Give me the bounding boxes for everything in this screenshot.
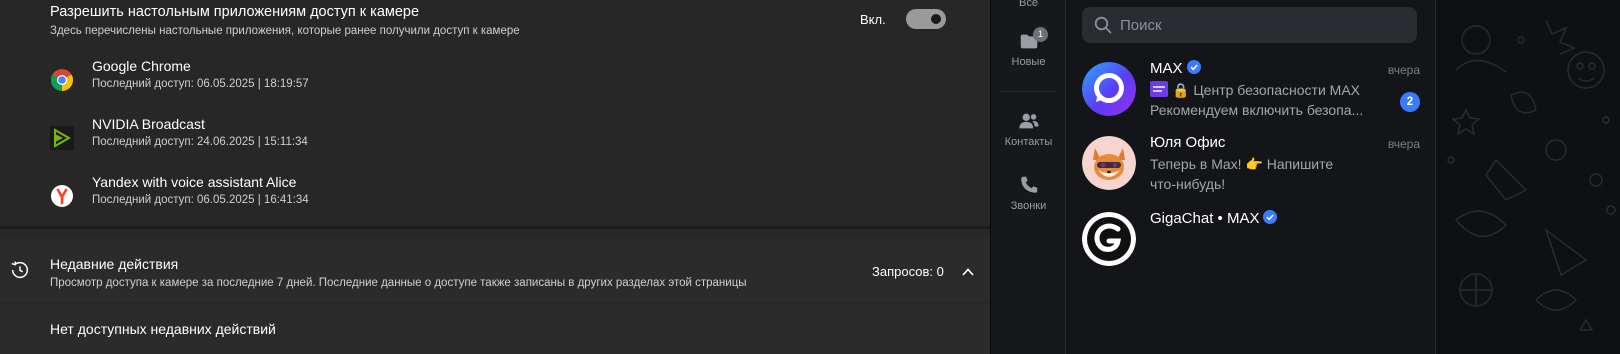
chat-preview-line-2: Рекомендуем включить безопа...: [1150, 102, 1364, 118]
toggle-state-label: Вкл.: [860, 12, 886, 27]
yandex-icon: [51, 185, 73, 207]
app-row-yandex: Yandex with voice assistant Alice Послед…: [0, 172, 990, 228]
nav-item-label: Звонки: [1010, 200, 1047, 212]
chat-name: Юля Офис: [1150, 134, 1225, 151]
chat-time: вчера: [1387, 137, 1420, 151]
unread-count-badge: 2: [1400, 92, 1420, 112]
camera-access-toggle[interactable]: [906, 9, 946, 29]
chat-list-panel: MAX вчера 🔒 Центр безопасности MAX Реком…: [1066, 0, 1436, 354]
phone-icon: [1020, 176, 1037, 193]
gigachat-logo: [1082, 212, 1136, 266]
nav-item-all[interactable]: Все: [991, 0, 1066, 9]
chat-name-text: Юля Офис: [1150, 134, 1226, 151]
nav-item-label: Все: [1019, 0, 1038, 9]
security-banner-icon: [1150, 81, 1168, 97]
messenger-sidebar: Все Новые 1 Контакты Звонки: [991, 0, 1066, 354]
chat-preview-line-1: 🔒 Центр безопасности MAX: [1172, 82, 1361, 98]
nav-item-label: Новые: [1011, 56, 1046, 68]
search-bar[interactable]: [1082, 7, 1417, 43]
verified-badge-icon: [1263, 210, 1278, 224]
chat-time: вчера: [1387, 63, 1420, 77]
nav-item-contacts[interactable]: Контакты: [991, 110, 1066, 148]
camera-settings-pane: Разрешить настольным приложениям доступ …: [0, 0, 990, 354]
requests-count: Запросов: 0: [872, 264, 944, 279]
chrome-icon: [51, 69, 73, 91]
nvidia-broadcast-icon: [50, 126, 74, 150]
chat-preview: 🔒 Центр безопасности MAX Рекомендуем вкл…: [1150, 80, 1390, 120]
app-name: Google Chrome: [92, 58, 191, 74]
recent-activity-title: Недавние действия: [50, 256, 179, 272]
nav-item-new[interactable]: Новые: [991, 30, 1066, 68]
chat-item-yulia-office[interactable]: Юля Офис вчера Теперь в Max! 👉 Напишите …: [1066, 134, 1436, 210]
toggle-knob: [931, 14, 941, 24]
app-name: Yandex with voice assistant Alice: [92, 174, 297, 190]
camera-permission-header: Разрешить настольным приложениям доступ …: [0, 0, 990, 50]
app-row-nvidia-broadcast: NVIDIA Broadcast Последний доступ: 24.06…: [0, 114, 990, 170]
chat-name: GigaChat • MAX: [1150, 210, 1278, 227]
fox-avatar: [1082, 136, 1136, 190]
section-divider: [0, 226, 990, 229]
recent-activity-section[interactable]: Недавние действия Просмотр доступа к кам…: [0, 237, 990, 302]
chat-name-text: MAX: [1150, 60, 1183, 77]
app-name: NVIDIA Broadcast: [92, 116, 205, 132]
app-row-chrome: Google Chrome Последний доступ: 06.05.20…: [0, 56, 990, 112]
recent-activity-description: Просмотр доступа к камере за последние 7…: [50, 277, 747, 289]
no-recent-actions-row: Нет доступных недавних действий: [0, 304, 990, 354]
nav-item-calls[interactable]: Звонки: [991, 174, 1066, 212]
search-input[interactable]: [1120, 15, 1400, 35]
chat-item-max[interactable]: MAX вчера 🔒 Центр безопасности MAX Реком…: [1066, 60, 1436, 136]
new-count-badge: 1: [1033, 27, 1048, 42]
chat-wallpaper: [1436, 0, 1620, 354]
chat-preview: Теперь в Max! 👉 Напишите что-нибудь!: [1150, 154, 1390, 194]
chat-name: MAX: [1150, 60, 1201, 77]
app-last-access: Последний доступ: 06.05.2025 | 16:41:34: [92, 194, 309, 206]
app-last-access: Последний доступ: 06.05.2025 | 18:19:57: [92, 78, 309, 90]
no-recent-actions-text: Нет доступных недавних действий: [50, 321, 276, 337]
chat-name-text: GigaChat • MAX: [1150, 210, 1260, 227]
nav-item-label: Контакты: [1004, 136, 1053, 148]
chat-preview-line-2: что-нибудь!: [1150, 176, 1226, 192]
chat-preview-line-1: Теперь в Max! 👉 Напишите: [1150, 156, 1334, 172]
chat-item-gigachat[interactable]: GigaChat • MAX: [1066, 210, 1436, 286]
verified-badge-icon: [1186, 60, 1201, 74]
history-icon: [11, 261, 29, 279]
search-icon: [1094, 16, 1112, 34]
app-last-access: Последний доступ: 24.06.2025 | 15:11:34: [92, 136, 308, 148]
messenger-window: Все Новые 1 Контакты Звонки Поиск MAX вч…: [990, 0, 1620, 354]
chevron-up-icon[interactable]: [960, 264, 976, 280]
camera-permission-description: Здесь перечислены настольные приложения,…: [50, 25, 520, 37]
doodle-pattern: [1447, 19, 1616, 331]
camera-permission-title: Разрешить настольным приложениям доступ …: [50, 4, 420, 20]
nav-separator: [1001, 91, 1056, 92]
max-logo: [1082, 62, 1136, 116]
contacts-icon: [1018, 113, 1039, 129]
